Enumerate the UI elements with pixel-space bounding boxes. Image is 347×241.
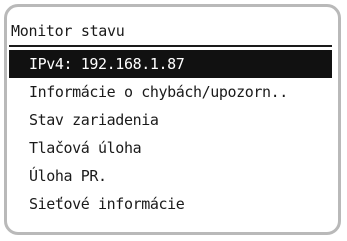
menu-item-device-status[interactable]: Stav zariadenia	[9, 106, 332, 134]
menu-item-error-info[interactable]: Informácie o chybách/upozorn..	[9, 78, 332, 106]
status-monitor-screen: Monitor stavu IPv4: 192.168.1.87 Informá…	[9, 9, 332, 230]
title-divider	[9, 45, 332, 47]
screen-title: Monitor stavu	[11, 22, 125, 40]
menu-item-print-job[interactable]: Tlačová úloha	[9, 134, 332, 162]
menu-item-pr-job[interactable]: Úloha PR.	[9, 162, 332, 190]
menu-item-network-info[interactable]: Sieťové informácie	[9, 190, 332, 218]
status-menu: IPv4: 192.168.1.87 Informácie o chybách/…	[9, 50, 332, 218]
menu-item-ipv4[interactable]: IPv4: 192.168.1.87	[9, 50, 332, 78]
